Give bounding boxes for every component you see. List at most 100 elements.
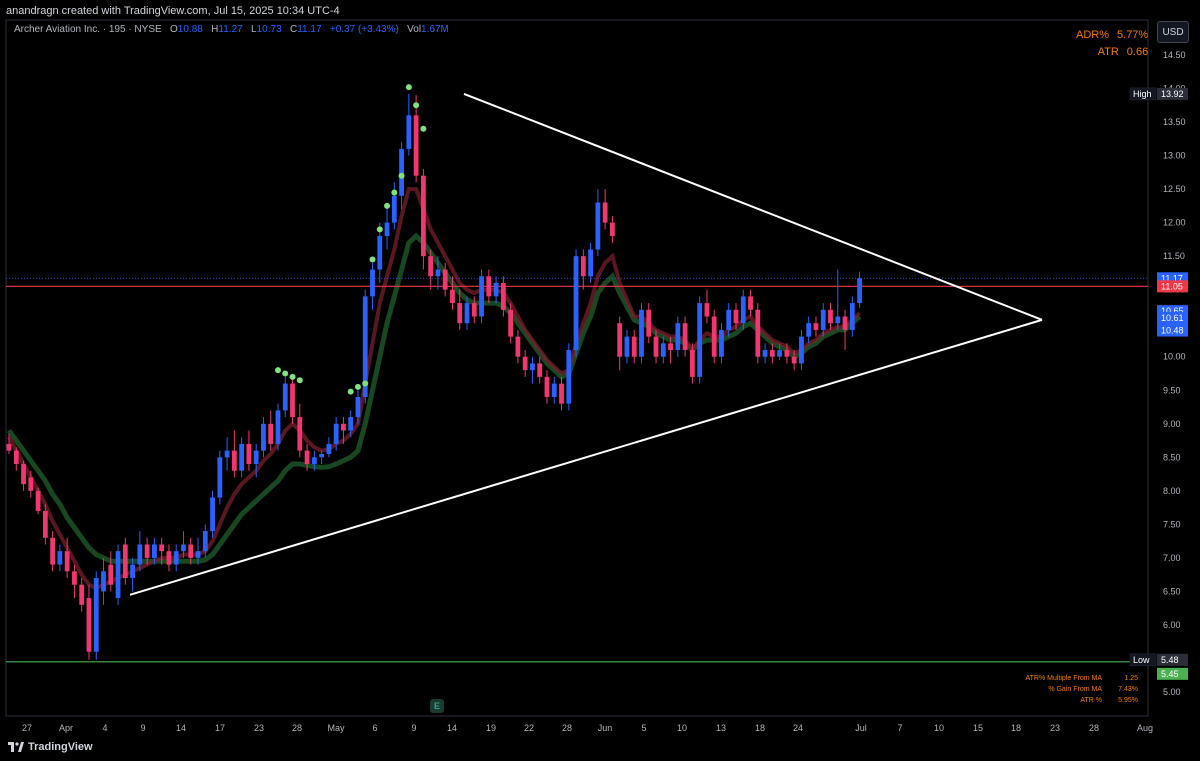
candle-body [159,544,165,552]
chart-window: anandragn created with TradingView.com, … [0,0,1200,761]
candle-body [57,551,63,565]
time-tick-label: 19 [486,723,496,733]
signal-dot [391,189,398,196]
candle-body [130,564,135,579]
candle-body [508,309,514,337]
candle-body [13,450,19,465]
candle-body [479,276,484,317]
time-tick-label: 7 [897,723,902,733]
price-tick-label: 13.00 [1163,151,1186,161]
time-tick-label: 18 [755,723,765,733]
candle-body [181,544,186,552]
candle-body [857,278,862,304]
time-tick-label: 28 [292,723,302,733]
candle-body [675,323,681,351]
candle-body [333,423,339,444]
candle-body [486,276,492,297]
candle-body [697,303,703,377]
time-tick-label: 22 [524,723,534,733]
time-tick-label: 15 [973,723,983,733]
candle-body [370,269,375,297]
candle-body [682,323,688,351]
candle-body [173,551,179,565]
candle-body [755,309,761,357]
time-tick-label: 5 [641,723,646,733]
time-tick-label: 10 [934,723,944,733]
candle-body [435,269,441,277]
candle-body [384,222,390,237]
time-tick-label: Jul [855,723,867,733]
time-tick-label: 27 [22,723,32,733]
candle-body [50,537,56,565]
stat-value: 5.95% [1118,697,1138,704]
candle-body [326,443,332,454]
candle-body [828,309,833,324]
price-tick-label: 12.00 [1163,218,1186,228]
candle-body [617,323,623,357]
candle-body [515,336,521,357]
price-chart[interactable]: 14.5014.0013.5013.0012.5012.0011.5011.00… [0,0,1200,761]
signal-dot [282,370,289,377]
candle-body [566,350,572,404]
candle-body [791,356,797,364]
price-tick-label: 6.00 [1163,620,1181,630]
signal-dot [289,373,296,380]
time-tick-label: May [327,723,345,733]
candle-body [799,336,804,364]
candle-body [646,309,652,337]
candle-body [639,309,644,357]
tradingview-brand[interactable]: TradingView [8,741,93,753]
candle-body [6,443,12,451]
price-tick-label: 12.50 [1163,184,1186,194]
candle-body [355,396,361,418]
candle-body [28,477,34,491]
price-label-name: High [1133,89,1152,99]
signal-dot [405,84,412,91]
ema-slow-band [6,232,862,564]
price-tick-label: 7.00 [1163,553,1181,563]
candle-body [399,148,404,196]
time-tick-label: 13 [716,723,726,733]
stat-value: 7.43% [1118,686,1138,693]
candle-body [740,296,746,324]
candle-body [559,383,564,404]
candle-body [595,202,601,250]
stat-label: ATR % [1080,697,1102,704]
candle-body [820,309,826,330]
price-label-value: 10.48 [1161,326,1184,336]
candle-body [210,497,215,532]
time-tick-label: 4 [102,723,107,733]
candle-body [311,457,317,465]
signal-dot [274,367,281,374]
signal-dot [362,380,369,387]
time-tick-label: Jun [598,723,613,733]
atr-stats-panel: ATR% Multiple From MA 1.25 % Gain From MA… [1010,673,1139,706]
price-label-value: 10.61 [1161,313,1184,323]
candle-body [413,115,419,176]
candle-body [101,571,106,592]
price-label-value: 5.45 [1161,669,1179,679]
price-label-value: 13.92 [1161,89,1184,99]
price-label-value: 11.05 [1161,281,1183,291]
earnings-marker[interactable]: E [430,699,444,713]
candle-body [653,336,659,357]
candle-body [290,383,295,418]
candle-body [748,296,753,310]
candle-body [188,544,194,558]
time-tick-label: 14 [447,723,457,733]
candle-body [428,256,434,277]
candle-body [726,309,732,330]
candle-body [152,544,157,558]
price-tick-label: 6.50 [1163,586,1181,596]
candle-body [573,256,579,351]
candle-body [115,551,121,599]
candle-body [202,531,208,552]
candle-body [442,269,448,290]
time-tick-label: 23 [254,723,264,733]
candle-body [835,316,841,324]
candle-body [319,453,325,458]
time-tick-label: 23 [1050,723,1060,733]
candle-body [79,584,85,605]
ema-fast-band [7,187,861,591]
candle-body [122,544,128,579]
